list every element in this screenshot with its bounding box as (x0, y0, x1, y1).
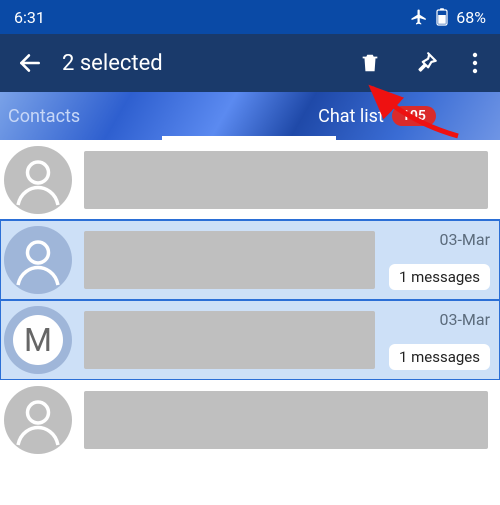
chat-date: 03-Mar (440, 230, 491, 249)
status-bar: 6:31 68% (0, 0, 500, 34)
tab-chatlist-label: Chat list (318, 106, 384, 127)
status-time: 6:31 (14, 8, 45, 27)
person-icon (8, 150, 68, 210)
chat-meta: 03-Mar 1 messages (387, 228, 492, 292)
selection-toolbar: 2 selected (0, 34, 500, 92)
avatar (4, 146, 72, 214)
person-icon (8, 390, 68, 450)
trash-icon (359, 51, 381, 75)
chat-row[interactable]: 03-Mar 1 messages (0, 220, 500, 300)
tab-contacts[interactable]: Contacts (0, 92, 254, 140)
chat-date: 03-Mar (440, 310, 491, 329)
chat-row[interactable] (0, 140, 500, 220)
delete-button[interactable] (348, 43, 392, 83)
chatlist-badge: 105 (392, 106, 436, 126)
tab-contacts-label: Contacts (8, 106, 80, 127)
chat-preview (84, 231, 375, 289)
tabs: Contacts Chat list 105 (0, 92, 500, 140)
person-icon (8, 230, 68, 290)
arrow-left-icon (17, 50, 43, 76)
battery-icon (436, 8, 448, 26)
pin-button[interactable] (404, 43, 448, 83)
status-right: 68% (410, 8, 486, 27)
chat-preview (84, 391, 488, 449)
avatar-letter: M (13, 315, 63, 365)
chat-preview (84, 311, 375, 369)
airplane-mode-icon (410, 8, 428, 26)
tab-chatlist[interactable]: Chat list 105 (254, 92, 500, 140)
back-button[interactable] (10, 43, 50, 83)
selection-title: 2 selected (62, 51, 336, 76)
chat-count: 1 messages (389, 344, 490, 370)
avatar (4, 386, 72, 454)
chat-preview (84, 151, 488, 209)
overflow-button[interactable] (460, 43, 490, 83)
chat-list: 03-Mar 1 messages M 03-Mar 1 messages (0, 140, 500, 460)
battery-pct: 68% (456, 8, 486, 27)
more-vert-icon (472, 52, 478, 74)
chat-row[interactable] (0, 380, 500, 460)
chat-row[interactable]: M 03-Mar 1 messages (0, 300, 500, 380)
avatar: M (4, 306, 72, 374)
chat-meta: 03-Mar 1 messages (387, 308, 492, 372)
pin-icon (413, 50, 439, 76)
chat-count: 1 messages (389, 264, 490, 290)
avatar (4, 226, 72, 294)
